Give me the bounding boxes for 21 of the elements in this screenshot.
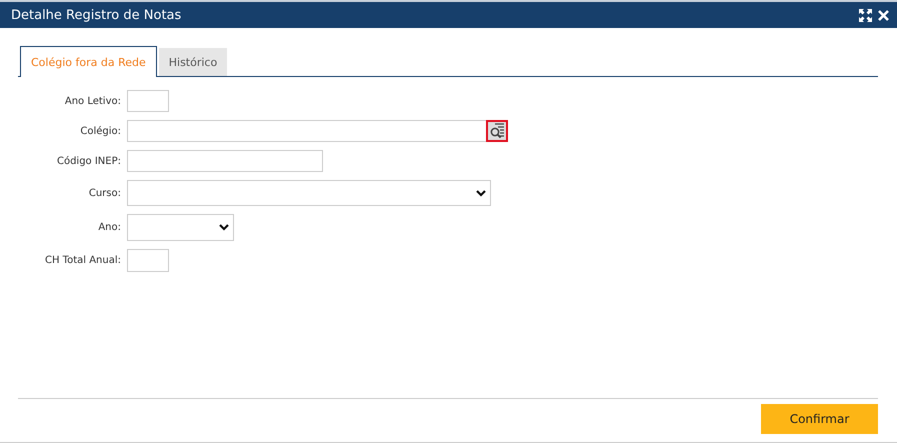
confirm-button[interactable]: Confirmar [761,404,878,434]
input-field[interactable] [127,249,169,272]
input-field[interactable] [127,150,323,172]
tab[interactable]: Histórico [158,48,228,76]
field-label: Ano: [97,222,121,233]
chevron-down-icon [476,190,486,196]
input-field[interactable] [127,120,508,142]
field-label: Código INEP: [56,156,121,166]
dropdown[interactable] [127,214,234,241]
window-title: Detalhe Registro de Notas [11,8,182,22]
field-label: CH Total Anual: [44,255,121,266]
search-button[interactable] [486,120,508,142]
field-label: Colégio: [79,126,121,136]
close-icon[interactable] [878,10,889,20]
dropdown[interactable] [127,180,491,206]
field-label: Curso: [88,188,121,198]
input-field[interactable] [127,90,169,112]
search-list-icon [489,123,505,139]
chevron-down-icon [219,224,229,231]
field-label: Ano Letivo: [64,96,121,106]
maximize-icon[interactable] [859,8,872,22]
